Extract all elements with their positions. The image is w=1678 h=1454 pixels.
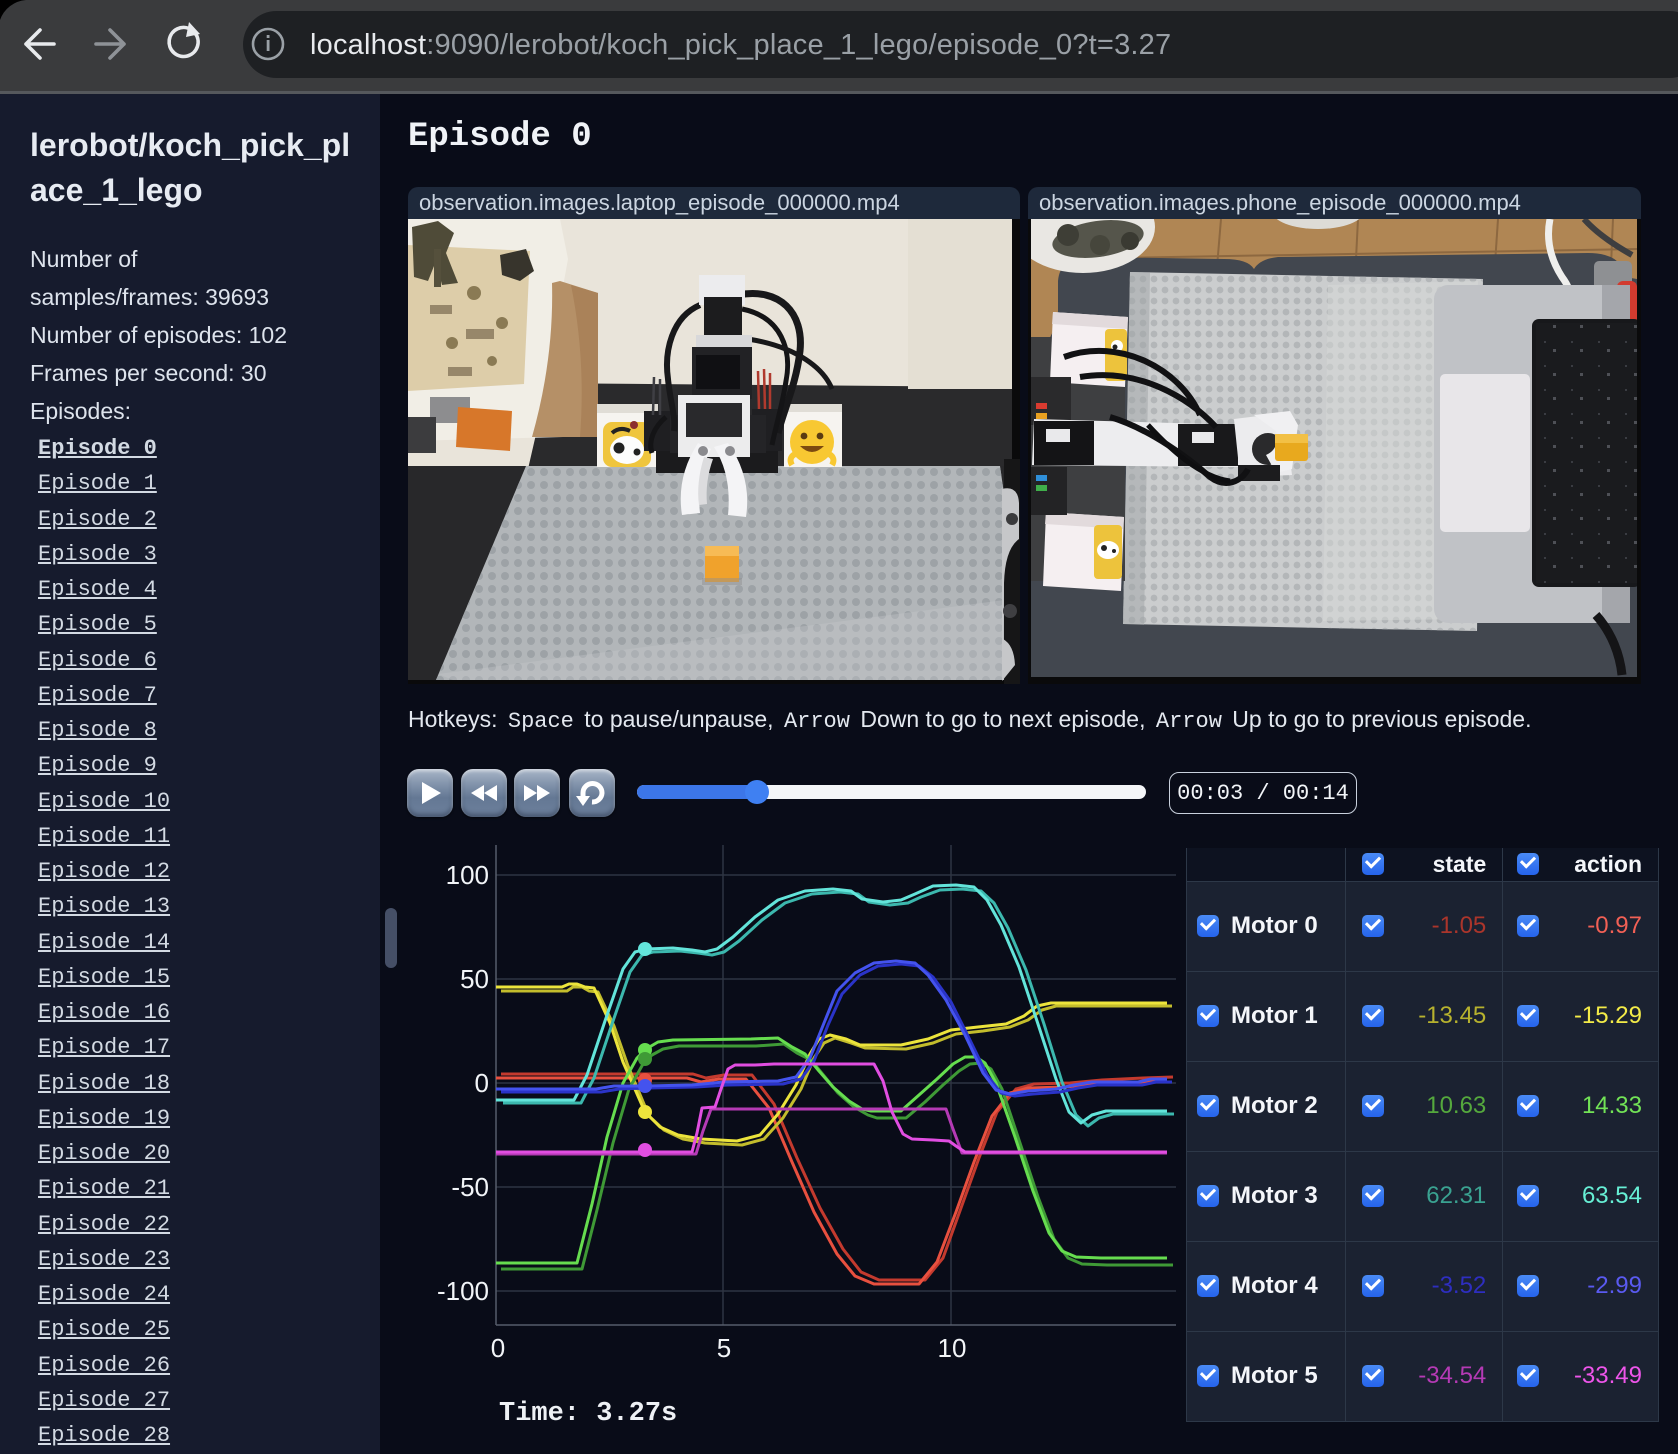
svg-text:-100: -100: [437, 1276, 489, 1306]
svg-text:0: 0: [475, 1068, 489, 1098]
svg-text:100: 100: [446, 860, 489, 890]
svg-text:Time: 3.27s: Time: 3.27s: [499, 1399, 677, 1429]
svg-text:0: 0: [491, 1333, 505, 1363]
svg-text:5: 5: [717, 1333, 731, 1363]
svg-text:10: 10: [938, 1333, 967, 1363]
svg-text:-50: -50: [451, 1172, 489, 1202]
svg-text:50: 50: [460, 964, 489, 994]
